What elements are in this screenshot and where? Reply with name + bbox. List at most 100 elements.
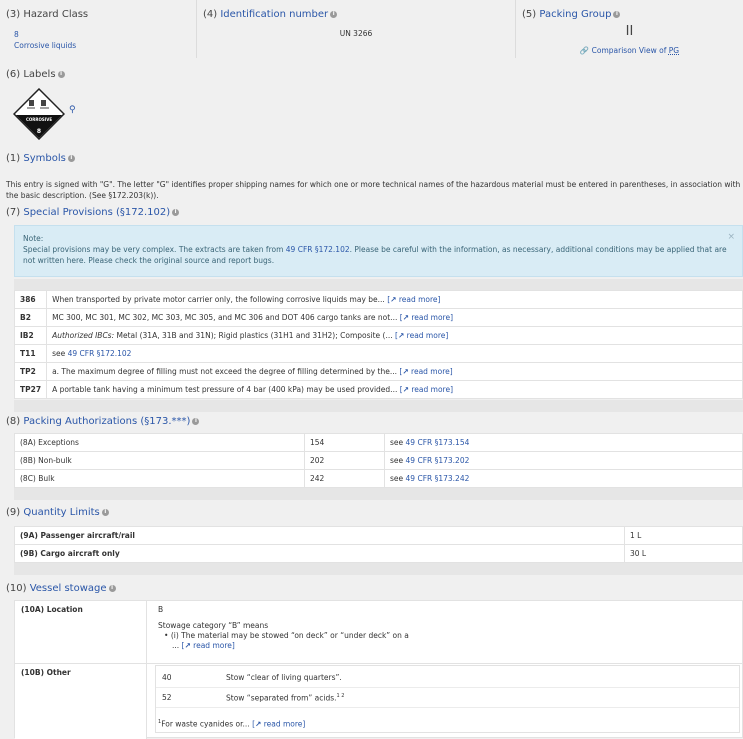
packing-auth-table: (8A) Exceptions 154 see 49 CFR §173.154 … (14, 433, 743, 488)
provision-code: B2 (13, 308, 48, 327)
info-icon[interactable]: i (67, 154, 75, 162)
section-strip (14, 488, 743, 500)
quantity-heading: (9) Quantity Limits i (6, 507, 109, 518)
stow-category-text: Stowage category “B” means (158, 621, 269, 630)
symbols-link[interactable]: Symbols (23, 153, 65, 164)
special-provisions-heading: (7) Special Provisions (§172.102) i (6, 207, 180, 218)
provision-text: Authorized IBCs: Metal (31A, 31B and 31N… (46, 326, 743, 345)
provision-code: TP2 (13, 362, 48, 381)
auth-see: see 49 CFR §173.154 (384, 433, 743, 452)
info-icon[interactable]: i (108, 584, 116, 592)
quantity-value: 1 L (624, 526, 743, 545)
quantity-value: 30 L (624, 544, 743, 563)
vessel-link[interactable]: Vessel stowage (30, 583, 107, 594)
read-more-link[interactable]: [↗ read more] (387, 295, 440, 304)
provision-text: a. The maximum degree of filling must no… (46, 362, 743, 381)
identification-link[interactable]: Identification number (220, 9, 328, 20)
bullet-dot: • (164, 631, 169, 640)
external-link-icon: ↗ (397, 331, 405, 340)
cfr-link[interactable]: 49 CFR §172.102 (68, 349, 132, 358)
quantity-link[interactable]: Quantity Limits (23, 507, 99, 518)
external-link-icon: ↗ (402, 385, 409, 394)
table-row: (9B) Cargo aircraft only 30 L (14, 544, 743, 563)
packing-auth-link[interactable]: Packing Authorizations (§173.***) (23, 416, 190, 427)
close-icon[interactable]: × (727, 232, 735, 243)
note-body: Special provisions may be very complex. … (23, 245, 727, 265)
note-title: Note: (23, 234, 44, 243)
read-more-link[interactable]: [↗ read more] (395, 331, 448, 340)
info-icon[interactable]: i (57, 70, 65, 78)
footnote-ref[interactable]: 1 2 (337, 693, 345, 699)
read-more-link[interactable]: [↗ read more] (182, 641, 235, 650)
symbols-text: This entry is signed with "G". The lette… (6, 180, 741, 200)
diamond-label-number: 8 (37, 128, 41, 135)
cfr-link[interactable]: 49 CFR §173.202 (406, 456, 470, 465)
other-text: Stow “separated from” acids.1 2 (226, 693, 345, 703)
zoom-icon[interactable]: ⚲ (69, 105, 76, 115)
special-provisions-link[interactable]: Special Provisions (§172.102) (23, 207, 170, 218)
provision-text: see 49 CFR §172.102 (46, 344, 743, 363)
cfr-link[interactable]: 49 CFR §173.242 (406, 474, 470, 483)
hazard-class-name-link[interactable]: Corrosive liquids (14, 41, 76, 50)
packing-group-link[interactable]: Packing Group (539, 9, 611, 20)
table-row: 386 When transported by private motor ca… (13, 290, 743, 309)
info-icon[interactable]: i (330, 10, 338, 18)
auth-number: 154 (304, 433, 385, 452)
vessel-footnote: 1For waste cyanides or... [↗ read more] (158, 719, 306, 729)
vessel-panel: (10A) Location B Stowage category “B” me… (14, 600, 743, 739)
vessel-other-label: (10B) Other (21, 668, 71, 677)
quantity-table: (9A) Passenger aircraft/rail 1 L (9B) Ca… (14, 526, 743, 563)
table-row: B2 MC 300, MC 301, MC 302, MC 303, MC 30… (13, 308, 743, 327)
auth-label: (8A) Exceptions (14, 433, 305, 452)
external-link-icon: ↗ (184, 641, 191, 650)
table-row: IB2 Authorized IBCs: Metal (31A, 31B and… (13, 326, 743, 345)
auth-label: (8B) Non-bulk (14, 451, 305, 470)
read-more-link[interactable]: [↗ read more] (400, 313, 453, 322)
vessel-loc-label: (10A) Location (21, 605, 83, 614)
provision-code: TP27 (13, 380, 48, 399)
info-icon[interactable]: i (192, 417, 200, 425)
table-row: (8A) Exceptions 154 see 49 CFR §173.154 (14, 433, 743, 452)
section-strip (14, 400, 743, 412)
special-provisions-note: × Note: Special provisions may be very c… (14, 225, 743, 277)
table-row: TP2 a. The maximum degree of filling mus… (13, 362, 743, 381)
info-icon[interactable]: i (172, 208, 180, 216)
info-icon[interactable]: i (613, 10, 621, 18)
diamond-label-text: CORROSIVE (26, 117, 52, 122)
hazard-class-box: (3) Hazard Class 8 Corrosive liquids (0, 0, 196, 58)
special-provisions-table: 386 When transported by private motor ca… (13, 290, 743, 399)
labels-section: (6) Labels i CORROSIVE 8 ⚲ (0, 58, 743, 156)
cfr-link[interactable]: 49 CFR §173.154 (406, 438, 470, 447)
note-cfr-link[interactable]: 49 CFR §172.102 (286, 245, 350, 254)
other-code: 40 (162, 673, 172, 682)
auth-label: (8C) Bulk (14, 469, 305, 488)
auth-see: see 49 CFR §173.242 (384, 469, 743, 488)
info-icon[interactable]: i (101, 508, 109, 516)
link-chain-icon: 🔗 (579, 46, 590, 55)
hazard-class-heading: (3) Hazard Class (6, 9, 89, 20)
symbols-heading: (1) Symbols i (6, 153, 75, 164)
vessel-row-divider (15, 663, 743, 664)
auth-see: see 49 CFR §173.202 (384, 451, 743, 470)
packing-group-heading: (5) Packing Group i (522, 9, 621, 20)
labels-heading: (6) Labels i (6, 69, 65, 80)
external-link-icon: ↗ (402, 367, 409, 376)
vessel-heading: (10) Vessel stowage i (6, 583, 116, 594)
other-row-divider (156, 687, 739, 688)
quantity-label: (9A) Passenger aircraft/rail (14, 526, 625, 545)
hazard-class-number-link[interactable]: 8 (14, 30, 19, 39)
pg-comparison-link[interactable]: 🔗 Comparison View of PG (516, 46, 743, 55)
read-more-link[interactable]: [↗ read more] (400, 385, 453, 394)
provision-text: When transported by private motor carrie… (46, 290, 743, 309)
section-strip (14, 563, 743, 575)
table-row: (8C) Bulk 242 see 49 CFR §173.242 (14, 469, 743, 488)
quantity-label: (9B) Cargo aircraft only (14, 544, 625, 563)
read-more-link[interactable]: [↗ read more] (399, 367, 452, 376)
other-code: 52 (162, 693, 172, 702)
external-link-icon: ↗ (390, 295, 397, 304)
provision-text: MC 300, MC 301, MC 302, MC 303, MC 305, … (46, 308, 743, 327)
corrosive-label-diamond-icon[interactable]: CORROSIVE 8 (13, 88, 65, 140)
external-link-icon: ↗ (402, 313, 409, 322)
read-more-link[interactable]: [↗ read more] (252, 720, 305, 729)
identification-heading: (4) Identification number i (203, 9, 338, 20)
